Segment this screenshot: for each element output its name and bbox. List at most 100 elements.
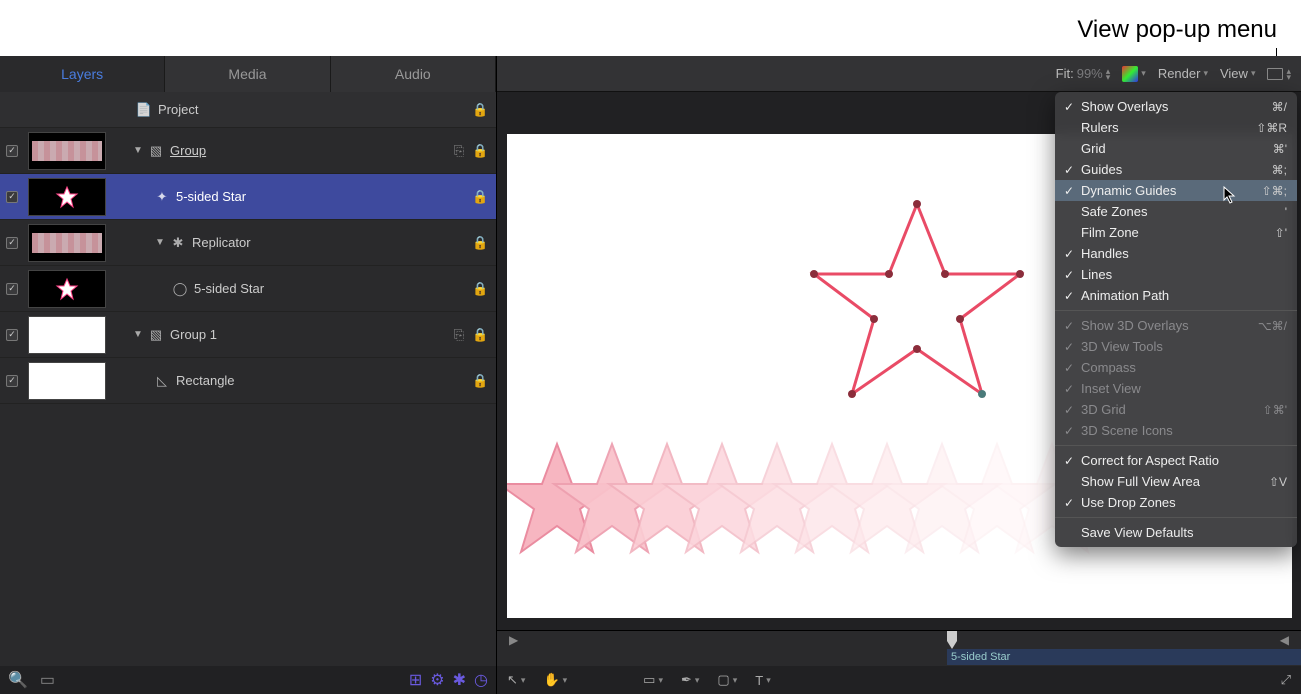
lock-icon[interactable]: 🔒 [472, 281, 486, 297]
layer-row-replicator[interactable]: ▼ ✱ Replicator 🔒 [0, 220, 496, 266]
menu-item-use-drop-zones[interactable]: ✓Use Drop Zones [1055, 492, 1297, 513]
color-channel-menu[interactable]: ▾ [1122, 66, 1146, 82]
menu-item-show-overlays[interactable]: ✓Show Overlays⌘/ [1055, 96, 1297, 117]
layer-row-group[interactable]: ▼ ▧ Group ⎘🔒 [0, 128, 496, 174]
layer-row-star-selected[interactable]: ✦ 5-sided Star 🔒 [0, 174, 496, 220]
layer-thumbnail [28, 132, 106, 170]
text-tool[interactable]: T▾ [755, 673, 770, 688]
menu-item-label: Handles [1077, 246, 1287, 261]
disclosure-triangle[interactable]: ▼ [132, 329, 144, 341]
link-icon[interactable]: ⎘ [452, 327, 466, 343]
render-menu[interactable]: Render ▾ [1158, 66, 1208, 81]
layer-label[interactable]: Replicator [192, 235, 472, 250]
clip-label: 5-sided Star [951, 651, 1010, 663]
panel-toggle-icon[interactable]: ▭ [40, 670, 55, 690]
footer-icon-3[interactable]: ✱ [453, 670, 466, 690]
expand-icon[interactable]: ⤢ [1281, 672, 1291, 688]
menu-item-correct-aspect[interactable]: ✓Correct for Aspect Ratio [1055, 450, 1297, 471]
menu-item-safe-zones[interactable]: Safe Zones' [1055, 201, 1297, 222]
menu-item-dynamic-guides[interactable]: ✓Dynamic Guides⇧⌘; [1055, 180, 1297, 201]
disclosure-triangle[interactable]: ▼ [154, 237, 166, 249]
left-panel-footer: 🔍 ▭ ⊞ ⚙ ✱ ◷ [0, 666, 496, 694]
playhead-icon[interactable] [947, 631, 957, 649]
menu-item-label: Save View Defaults [1077, 525, 1287, 540]
tab-media[interactable]: Media [165, 56, 330, 92]
menu-item-animation-path[interactable]: ✓Animation Path [1055, 285, 1297, 306]
visibility-checkbox[interactable] [6, 375, 18, 387]
shape-tool[interactable]: ▭▾ [643, 672, 663, 688]
lock-icon[interactable]: 🔒 [472, 327, 486, 343]
layer-label[interactable]: Group 1 [170, 327, 452, 342]
menu-item-show-full-view[interactable]: Show Full View Area⇧V [1055, 471, 1297, 492]
check-icon: ✓ [1061, 424, 1077, 438]
layer-row-project[interactable]: 📄 Project 🔒 [0, 92, 496, 128]
menu-item-rulers[interactable]: Rulers⇧⌘R [1055, 117, 1297, 138]
lock-icon[interactable]: 🔒 [472, 102, 486, 118]
stepper-icon: ▴▾ [1106, 68, 1111, 80]
layer-row-star-child[interactable]: ◯ 5-sided Star 🔒 [0, 266, 496, 312]
visibility-checkbox[interactable] [6, 145, 18, 157]
layer-label[interactable]: Group [170, 143, 452, 158]
tab-layers[interactable]: Layers [0, 56, 165, 92]
out-marker-icon[interactable]: ◀ [1280, 633, 1289, 647]
lock-icon[interactable]: 🔒 [472, 143, 486, 159]
select-tool[interactable]: ↖▾ [507, 672, 525, 688]
menu-item-label: Safe Zones [1077, 204, 1285, 219]
mask-tool[interactable]: ▢▾ [717, 672, 737, 688]
view-menu[interactable]: View ▾ [1220, 66, 1255, 81]
in-marker-icon[interactable]: ▶ [509, 633, 518, 647]
check-icon: ✓ [1061, 289, 1077, 303]
pan-tool[interactable]: ✋▾ [543, 672, 567, 688]
footer-icon-4[interactable]: ◷ [474, 670, 488, 690]
menu-item-save-view-defaults[interactable]: Save View Defaults [1055, 522, 1297, 543]
render-label: Render [1158, 66, 1201, 81]
shape-icon: ✦ [154, 189, 170, 205]
disclosure-triangle[interactable]: ▼ [132, 145, 144, 157]
layer-thumbnail [28, 178, 106, 216]
timeline-clip[interactable]: 5-sided Star [947, 649, 1301, 665]
layer-label[interactable]: Rectangle [176, 373, 472, 388]
lock-icon[interactable]: 🔒 [472, 373, 486, 389]
lock-icon[interactable]: 🔒 [472, 189, 486, 205]
check-icon: ✓ [1061, 403, 1077, 417]
zoom-fit-control[interactable]: Fit: 99% ▴▾ [1056, 66, 1111, 81]
group-icon: ▧ [148, 327, 164, 343]
visibility-checkbox[interactable] [6, 237, 18, 249]
menu-item-guides[interactable]: ✓Guides⌘; [1055, 159, 1297, 180]
visibility-checkbox[interactable] [6, 283, 18, 295]
menu-item-shortcut: ⇧V [1269, 475, 1287, 489]
footer-icon-1[interactable]: ⊞ [409, 670, 422, 690]
check-icon: ✓ [1061, 382, 1077, 396]
menu-item-lines[interactable]: ✓Lines [1055, 264, 1297, 285]
pen-tool[interactable]: ✒▾ [681, 672, 699, 688]
check-icon: ✓ [1061, 184, 1077, 198]
check-icon: ✓ [1061, 100, 1077, 114]
tab-audio[interactable]: Audio [331, 56, 496, 92]
layer-row-group1[interactable]: ▼ ▧ Group 1 ⎘ 🔒 [0, 312, 496, 358]
menu-item-3d-grid: ✓3D Grid⇧⌘' [1055, 399, 1297, 420]
layer-label[interactable]: 5-sided Star [176, 189, 472, 204]
check-icon: ✓ [1061, 454, 1077, 468]
layer-label: Project [158, 102, 472, 117]
link-icon[interactable]: ⎘ [452, 143, 466, 159]
menu-item-grid[interactable]: Grid⌘' [1055, 138, 1297, 159]
visibility-checkbox[interactable] [6, 191, 18, 203]
menu-separator [1055, 517, 1297, 518]
menu-item-shortcut: ⇧⌘' [1263, 403, 1287, 417]
menu-item-label: Show Overlays [1077, 99, 1272, 114]
view-popup-button[interactable]: ▴▾ [1267, 68, 1291, 80]
chevron-down-icon: ▾ [1203, 68, 1208, 79]
layer-row-rectangle[interactable]: ◺ Rectangle 🔒 [0, 358, 496, 404]
menu-item-label: Rulers [1077, 120, 1256, 135]
menu-item-film-zone[interactable]: Film Zone⇧' [1055, 222, 1297, 243]
layer-label[interactable]: 5-sided Star [194, 281, 472, 296]
annotation-label: View pop-up menu [1077, 16, 1277, 44]
footer-icon-2[interactable]: ⚙ [430, 670, 444, 690]
mini-timeline[interactable]: ▶ ◀ 5-sided Star [497, 630, 1301, 666]
menu-item-handles[interactable]: ✓Handles [1055, 243, 1297, 264]
visibility-checkbox[interactable] [6, 329, 18, 341]
replicator-icon: ✱ [170, 235, 186, 251]
lock-icon[interactable]: 🔒 [472, 235, 486, 251]
search-icon[interactable]: 🔍 [8, 670, 28, 690]
view-layout-icon [1267, 68, 1283, 80]
